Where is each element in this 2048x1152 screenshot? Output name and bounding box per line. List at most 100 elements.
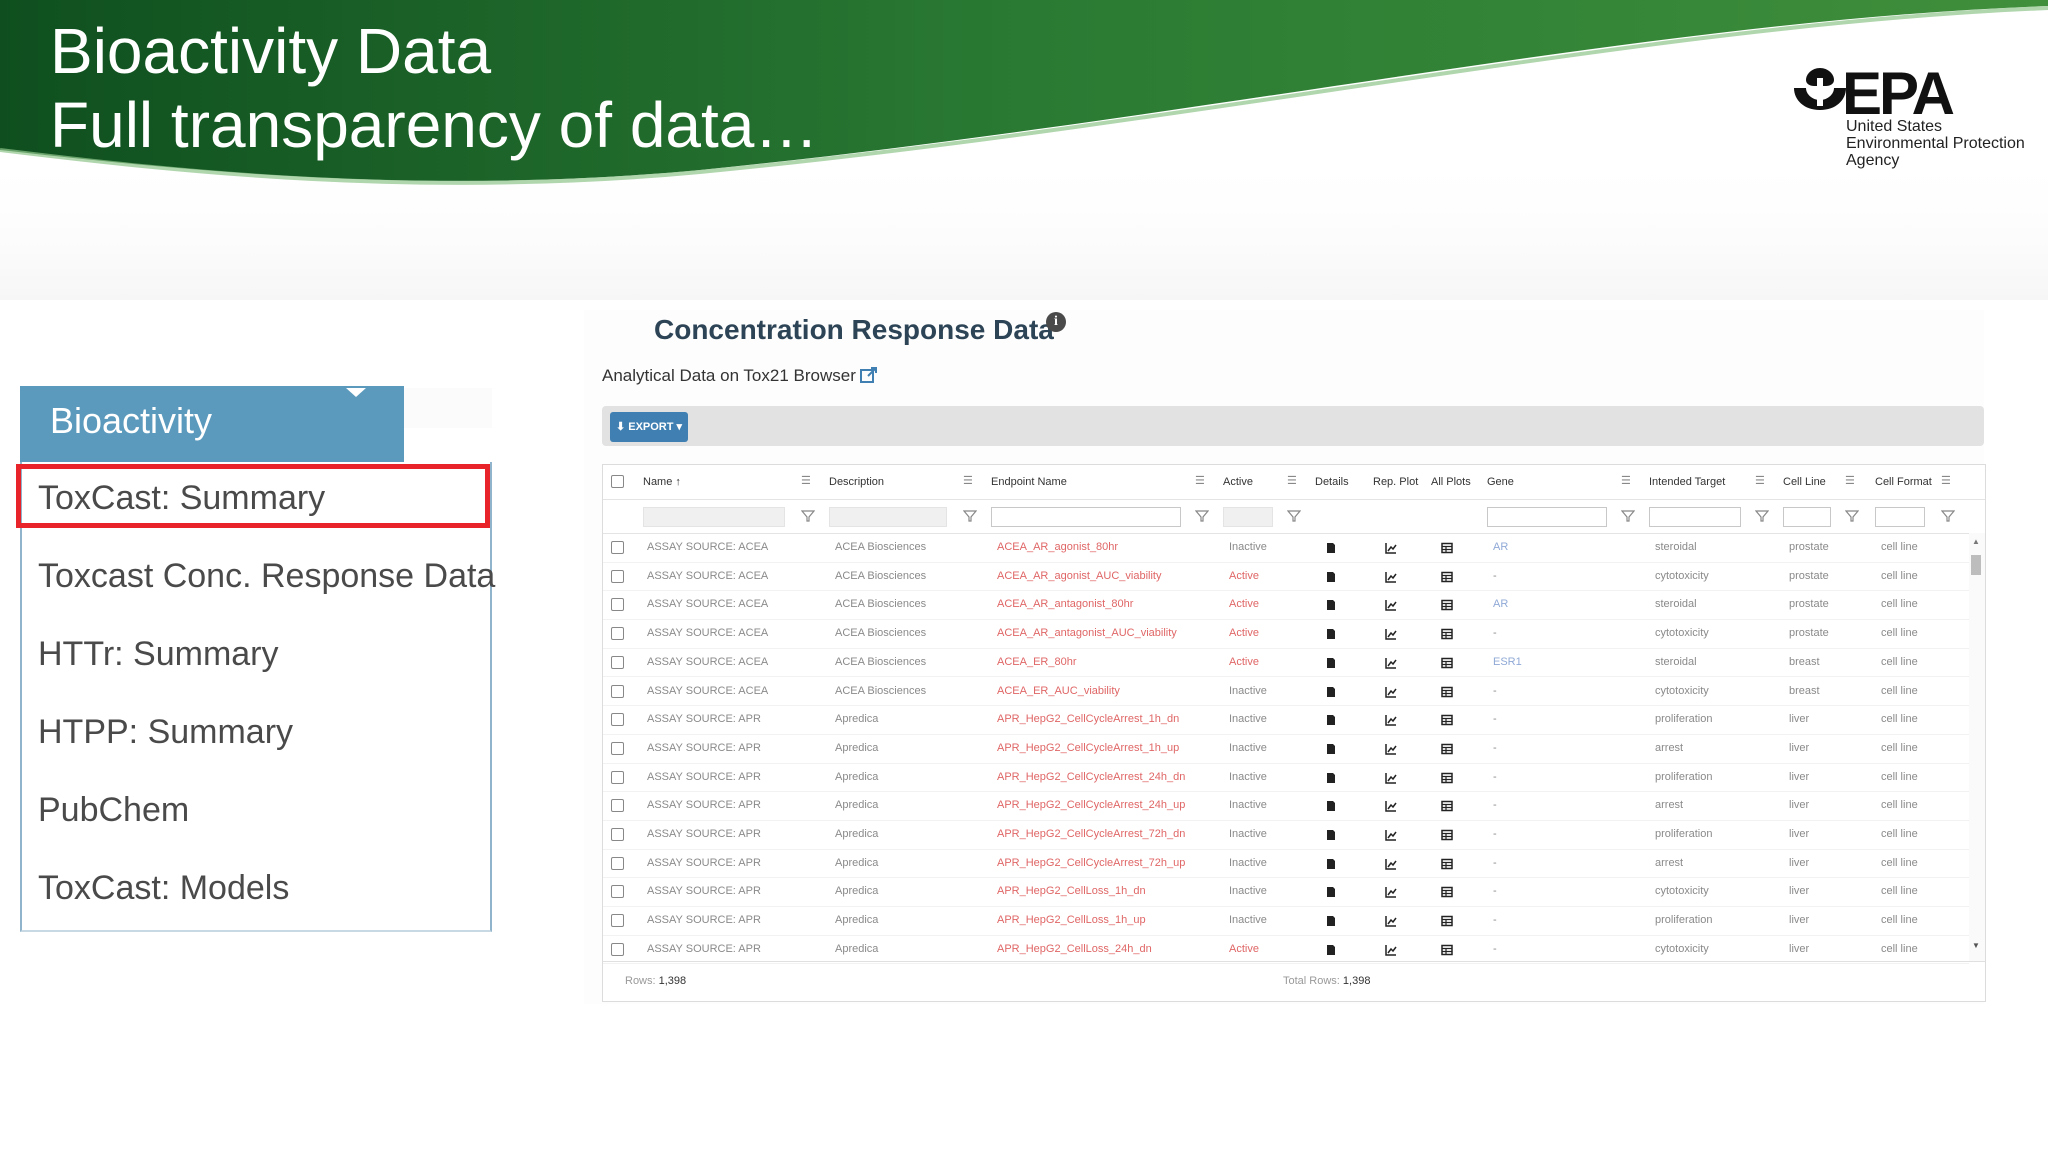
cell-endpoint-link[interactable]: ACEA_AR_agonist_80hr [997, 541, 1118, 554]
document-icon[interactable] [1325, 943, 1337, 955]
document-icon[interactable] [1325, 857, 1337, 869]
table-icon[interactable] [1441, 656, 1453, 669]
row-checkbox[interactable] [611, 828, 624, 841]
column-header-endpoint[interactable]: Endpoint Name [991, 475, 1067, 489]
filter-icon[interactable] [801, 509, 815, 523]
filter-input-description[interactable] [829, 507, 947, 527]
table-icon[interactable] [1441, 914, 1453, 927]
document-icon[interactable] [1325, 885, 1337, 898]
menu-icon[interactable]: ☰ [1287, 476, 1299, 487]
document-icon[interactable] [1325, 771, 1337, 783]
table-icon[interactable] [1441, 570, 1453, 582]
cell-endpoint-link[interactable]: APR_HepG2_CellCycleArrest_72h_dn [997, 828, 1185, 841]
filter-icon[interactable] [1845, 509, 1859, 523]
row-checkbox[interactable] [611, 684, 624, 698]
filter-input-active[interactable] [1223, 507, 1273, 527]
line-chart-icon[interactable] [1385, 828, 1397, 841]
line-chart-icon[interactable] [1385, 799, 1397, 813]
row-checkbox[interactable] [611, 799, 624, 813]
external-link-icon[interactable] [860, 366, 878, 384]
table-icon[interactable] [1441, 713, 1453, 726]
line-chart-icon[interactable] [1385, 598, 1397, 612]
line-chart-icon[interactable] [1385, 685, 1397, 698]
column-header-intended-target[interactable]: Intended Target [1649, 475, 1725, 489]
line-chart-icon[interactable] [1385, 857, 1397, 870]
menu-icon[interactable]: ☰ [1845, 476, 1857, 487]
filter-input-cell-line[interactable] [1783, 507, 1831, 527]
row-checkbox[interactable] [611, 569, 624, 583]
filter-input-endpoint[interactable] [991, 507, 1181, 527]
menu-icon[interactable]: ☰ [963, 476, 975, 487]
line-chart-icon[interactable] [1385, 627, 1397, 640]
document-icon[interactable] [1325, 570, 1337, 582]
table-row[interactable]: ASSAY SOURCE: ACEA ACEA Biosciences ACEA_A… [603, 533, 1969, 563]
cell-endpoint-link[interactable]: ACEA_AR_agonist_AUC_viability [997, 570, 1161, 583]
row-checkbox[interactable] [611, 856, 624, 870]
table-icon[interactable] [1441, 627, 1453, 640]
line-chart-icon[interactable] [1385, 943, 1397, 956]
document-icon[interactable] [1325, 541, 1337, 553]
table-icon[interactable] [1441, 857, 1453, 869]
document-icon[interactable] [1325, 828, 1337, 840]
filter-input-cell-format[interactable] [1875, 507, 1925, 527]
cell-endpoint-link[interactable]: ACEA_AR_antagonist_AUC_viability [997, 627, 1177, 640]
vertical-scrollbar[interactable] [1969, 533, 1985, 961]
line-chart-icon[interactable] [1385, 742, 1397, 755]
row-checkbox[interactable] [611, 885, 624, 899]
table-icon[interactable] [1441, 771, 1453, 783]
document-icon[interactable] [1325, 685, 1337, 697]
table-icon[interactable] [1441, 943, 1453, 956]
scroll-down-icon[interactable]: ▼ [1972, 941, 1980, 950]
filter-icon[interactable] [1287, 509, 1301, 523]
document-icon[interactable] [1325, 799, 1337, 812]
line-chart-icon[interactable] [1385, 914, 1397, 927]
table-icon[interactable] [1441, 742, 1453, 755]
filter-input-intended-target[interactable] [1649, 507, 1741, 527]
cell-endpoint-link[interactable]: ACEA_ER_AUC_viability [997, 685, 1120, 698]
cell-endpoint-link[interactable]: APR_HepG2_CellCycleArrest_24h_up [997, 799, 1185, 812]
column-header-description[interactable]: Description [829, 475, 884, 489]
row-checkbox[interactable] [611, 598, 624, 612]
sidebar-item-httr-summary[interactable]: HTTr: Summary [38, 634, 279, 674]
table-row[interactable]: ASSAY SOURCE: APR Apredica APR_HepG2_CellC… [603, 820, 1969, 850]
table-icon[interactable] [1441, 799, 1453, 812]
document-icon[interactable] [1325, 914, 1337, 927]
column-header-active[interactable]: Active [1223, 475, 1253, 489]
row-checkbox[interactable] [611, 770, 624, 784]
row-checkbox[interactable] [611, 914, 624, 928]
menu-icon[interactable]: ☰ [1941, 476, 1953, 487]
row-checkbox[interactable] [611, 741, 624, 755]
export-button[interactable]: ⬇ EXPORT ▾ [610, 412, 688, 442]
row-checkbox[interactable] [611, 627, 624, 641]
caret-down-icon[interactable] [346, 388, 366, 397]
scrollbar-thumb[interactable] [1971, 555, 1981, 575]
column-header-name[interactable]: Name ↑ [643, 475, 681, 489]
line-chart-icon[interactable] [1385, 885, 1397, 899]
row-checkbox[interactable] [611, 713, 624, 727]
cell-endpoint-link[interactable]: APR_HepG2_CellLoss_1h_up [997, 914, 1146, 927]
select-all-checkbox[interactable] [611, 475, 624, 488]
table-row[interactable]: ASSAY SOURCE: APR Apredica APR_HepG2_CellC… [603, 705, 1969, 735]
table-row[interactable]: ASSAY SOURCE: ACEA ACEA Biosciences ACEA_E… [603, 677, 1969, 707]
sidebar-item-htpp-summary[interactable]: HTPP: Summary [38, 712, 293, 752]
table-row[interactable]: ASSAY SOURCE: APR Apredica APR_HepG2_CellC… [603, 791, 1969, 821]
sidebar-item-toxcast-conc-response[interactable]: Toxcast Conc. Response Data [38, 556, 495, 596]
line-chart-icon[interactable] [1385, 713, 1397, 726]
column-header-gene[interactable]: Gene [1487, 475, 1514, 489]
line-chart-icon[interactable] [1385, 570, 1397, 583]
cell-endpoint-link[interactable]: ACEA_AR_antagonist_80hr [997, 598, 1133, 611]
document-icon[interactable] [1325, 627, 1337, 640]
sidebar-header[interactable]: Bioactivity [20, 386, 404, 462]
table-row[interactable]: ASSAY SOURCE: APR Apredica APR_HepG2_CellC… [603, 734, 1969, 764]
table-row[interactable]: ASSAY SOURCE: ACEA ACEA Biosciences ACEA_A… [603, 619, 1969, 649]
analytical-data-link[interactable]: Analytical Data on Tox21 Browser [602, 364, 856, 388]
table-row[interactable]: ASSAY SOURCE: ACEA ACEA Biosciences ACEA_E… [603, 648, 1969, 678]
line-chart-icon[interactable] [1385, 656, 1397, 669]
menu-icon[interactable]: ☰ [1755, 476, 1767, 487]
table-row[interactable]: ASSAY SOURCE: APR Apredica APR_HepG2_CellL… [603, 877, 1969, 908]
cell-endpoint-link[interactable]: APR_HepG2_CellCycleArrest_72h_up [997, 857, 1185, 870]
table-row[interactable]: ASSAY SOURCE: ACEA ACEA Biosciences ACEA_A… [603, 562, 1969, 592]
cell-endpoint-link[interactable]: ACEA_ER_80hr [997, 656, 1077, 669]
filter-icon[interactable] [1941, 509, 1955, 523]
filter-icon[interactable] [1755, 509, 1769, 523]
